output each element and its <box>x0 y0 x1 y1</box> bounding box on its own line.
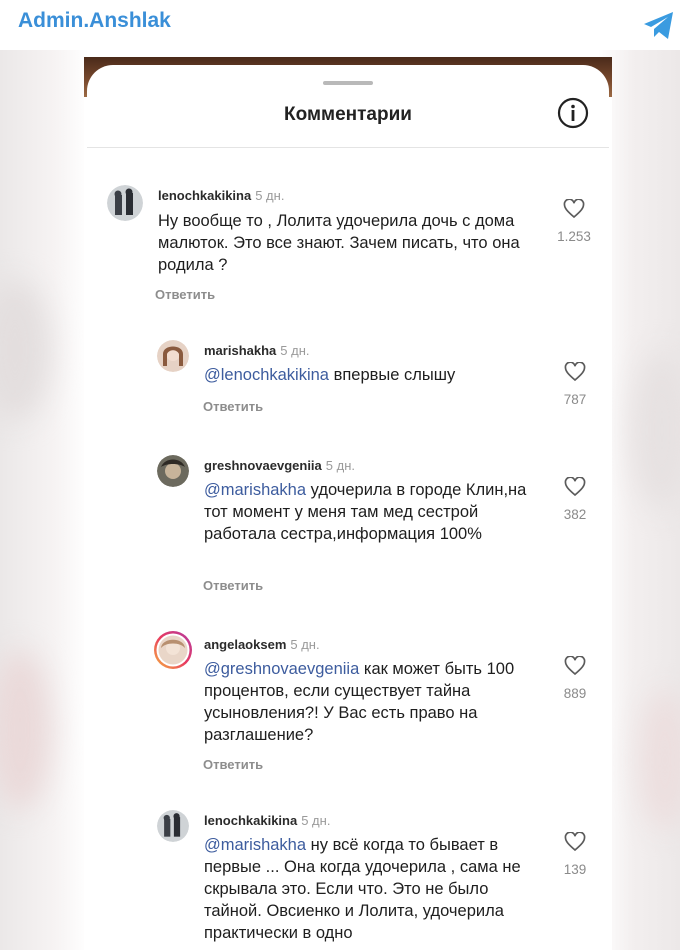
comment-text: @greshnovaevgeniia как может быть 100 пр… <box>204 658 534 746</box>
sheet-title: Комментарии <box>284 104 412 125</box>
like-count: 382 <box>563 507 587 522</box>
like-control[interactable]: 1.253 <box>549 199 599 244</box>
mention-link[interactable]: @marishakha <box>204 836 306 854</box>
comment-text: @marishakha удочерила в городе Клин,на т… <box>204 479 529 545</box>
like-control[interactable]: 787 <box>550 362 600 407</box>
timestamp: 5 дн. <box>301 813 331 828</box>
comment-header: marishakha 5 дн. <box>204 343 309 358</box>
comment-item: greshnovaevgeniia 5 дн. @marishakha удоче… <box>157 455 607 595</box>
comment-header: lenochkakikina 5 дн. <box>204 813 330 828</box>
avatar[interactable] <box>157 810 189 842</box>
info-icon[interactable] <box>556 96 590 130</box>
divider <box>87 147 609 148</box>
comment-header: angelaoksem 5 дн. <box>204 637 320 652</box>
timestamp: 5 дн. <box>255 188 285 203</box>
comment-body: впервые слышу <box>328 366 456 384</box>
like-count: 139 <box>563 862 587 877</box>
heart-icon[interactable] <box>564 656 586 676</box>
username[interactable]: lenochkakikina <box>204 813 297 828</box>
like-control[interactable]: 139 <box>550 832 600 877</box>
reply-button[interactable]: Ответить <box>203 757 263 772</box>
reply-button[interactable]: Ответить <box>203 578 263 593</box>
comment-text: @marishakha ну всё когда то бывает в пер… <box>204 834 539 944</box>
like-count: 787 <box>563 392 587 407</box>
like-control[interactable]: 382 <box>550 477 600 522</box>
comment-item: angelaoksem 5 дн. @greshnovaevgeniia как … <box>153 630 607 772</box>
avatar[interactable] <box>157 455 189 487</box>
avatar-story-ring[interactable] <box>153 630 193 670</box>
username[interactable]: marishakha <box>204 343 276 358</box>
heart-icon[interactable] <box>563 199 585 219</box>
mention-link[interactable]: @greshnovaevgeniia <box>204 660 359 678</box>
reply-button[interactable]: Ответить <box>203 399 263 414</box>
timestamp: 5 дн. <box>290 637 320 652</box>
username[interactable]: lenochkakikina <box>158 188 251 203</box>
avatar[interactable] <box>157 340 189 372</box>
username[interactable]: angelaoksem <box>204 637 286 652</box>
timestamp: 5 дн. <box>325 458 355 473</box>
mention-link[interactable]: @marishakha <box>204 481 306 499</box>
comment-item: lenochkakikina 5 дн. Ну вообще то , Лолит… <box>107 185 607 305</box>
username[interactable]: greshnovaevgeniia <box>204 458 322 473</box>
drag-handle[interactable] <box>323 81 373 85</box>
like-count: 1.253 <box>557 229 591 244</box>
heart-icon[interactable] <box>564 477 586 497</box>
comment-header: greshnovaevgeniia 5 дн. <box>204 458 355 473</box>
comments-screenshot: Комментарии lenochkakikina 5 дн. Ну вообщ… <box>84 57 612 950</box>
avatar[interactable] <box>107 185 143 221</box>
mention-link[interactable]: @lenochkakikina <box>204 366 329 384</box>
like-control[interactable]: 889 <box>550 656 600 701</box>
comment-item: marishakha 5 дн. @lenochkakikina впервые … <box>157 340 607 430</box>
heart-icon[interactable] <box>564 832 586 852</box>
reply-button[interactable]: Ответить <box>155 287 215 302</box>
comment-text: @lenochkakikina впервые слышу <box>204 364 534 386</box>
comment-text: Ну вообще то , Лолита удочерила дочь с д… <box>158 212 520 274</box>
channel-name[interactable]: Admin.Anshlak <box>18 9 171 33</box>
comment-header: lenochkakikina 5 дн. <box>158 188 284 203</box>
comment-item: lenochkakikina 5 дн. @marishakha ну всё к… <box>157 810 607 950</box>
telegram-plane-icon[interactable] <box>640 6 678 44</box>
comments-sheet: Комментарии lenochkakikina 5 дн. Ну вообщ… <box>87 65 609 950</box>
timestamp: 5 дн. <box>280 343 310 358</box>
like-count: 889 <box>563 686 587 701</box>
telegram-header: Admin.Anshlak <box>0 0 680 50</box>
heart-icon[interactable] <box>564 362 586 382</box>
